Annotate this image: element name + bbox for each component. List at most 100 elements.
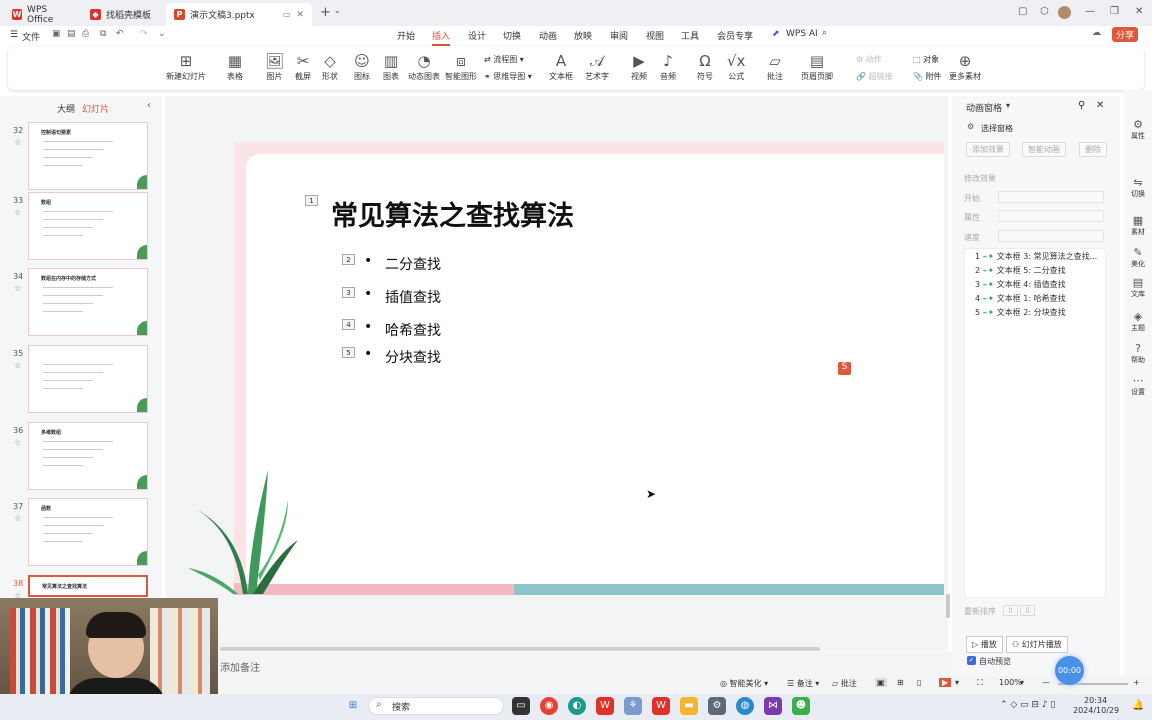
autopreview-checkbox[interactable]: ✓ [967, 656, 976, 665]
avatar[interactable] [1058, 6, 1071, 19]
slide-thumbnail[interactable]: 数组在内存中的存储方式 [28, 268, 148, 336]
menu-member[interactable]: 会员专享 [717, 29, 753, 42]
notes-area[interactable] [165, 652, 955, 676]
comment-status-button[interactable]: ▱ 批注 [832, 678, 857, 689]
more-material-button[interactable]: ⊕ 更多素材 [949, 51, 981, 82]
timer-badge[interactable]: 00:00 [1055, 656, 1084, 685]
bullet-text[interactable]: 插值查找 [385, 287, 441, 307]
side-tool-button[interactable]: ◈ 主题 [1124, 310, 1152, 333]
zoom-level[interactable]: 100% [999, 678, 1022, 687]
bullet-text[interactable]: 哈希查找 [385, 320, 441, 340]
side-tool-button[interactable]: ▦ 素材 [1124, 214, 1152, 237]
notes-placeholder[interactable]: 添加备注 [220, 659, 260, 674]
edge-icon[interactable]: ◐ [568, 697, 586, 715]
move-down-button[interactable]: ⇩ [1020, 605, 1035, 616]
star-icon[interactable]: ☆ [14, 361, 21, 370]
flowchart-button[interactable]: ⇄ 流程图 ▾ [484, 54, 524, 65]
visual-studio-icon[interactable]: ⋈ [764, 697, 782, 715]
settings-icon[interactable]: ⚙ [708, 697, 726, 715]
star-icon[interactable]: ☆ [14, 208, 21, 217]
menu-home[interactable]: 开始 [397, 29, 415, 42]
menu-insert[interactable]: 插入 [432, 29, 451, 46]
undo-icon[interactable]: ↶ [116, 29, 124, 39]
new-tab-icon[interactable]: + [320, 5, 331, 20]
menu-design[interactable]: 设计 [468, 29, 486, 42]
normal-view-icon[interactable]: ▣ [875, 678, 887, 687]
wordart-button[interactable]: 𝒜 艺术字 [585, 51, 609, 82]
shape-button[interactable]: ◇ 形状 [322, 51, 338, 82]
anim-marker[interactable]: 3 [342, 287, 355, 298]
header-footer-button[interactable]: ▤ 页眉页脚 [801, 51, 833, 82]
play-button[interactable]: ▷ 播放 [966, 636, 1003, 653]
side-tool-button[interactable]: ? 帮助 [1124, 342, 1152, 365]
animation-list-item[interactable]: 1 ⌁✦ 文本框 3: 常见算法之查找... [975, 251, 1097, 262]
attachment-button[interactable]: 📎 附件 [913, 71, 942, 82]
table-button[interactable]: ▦ 表格 [227, 51, 243, 82]
slide-thumbnail[interactable]: 多维数组 [28, 422, 148, 490]
textbox-button[interactable]: A 文本框 [549, 51, 573, 82]
save-icon[interactable]: ▣ [52, 29, 61, 39]
side-tool-button[interactable]: ▤ 文库 [1124, 276, 1152, 299]
smart-beautify-button[interactable]: ◎ 智能美化 ▾ [720, 678, 768, 689]
close-pane-icon[interactable]: ✕ [1096, 100, 1104, 111]
star-icon[interactable]: ☆ [14, 138, 21, 147]
menu-file[interactable]: 文件 [22, 30, 40, 43]
audio-button[interactable]: ♪ 音频 [660, 51, 676, 82]
smart-graphic-button[interactable]: ⧈ 智能图形 [445, 51, 477, 82]
tab-wps-office[interactable]: W WPS Office [4, 3, 80, 26]
cloud-icon[interactable]: ☁ [1092, 28, 1101, 38]
object-button[interactable]: ⬚ 对象 [913, 54, 939, 65]
anim-marker[interactable]: 5 [342, 347, 355, 358]
side-tool-button[interactable]: ⚙ 属性 [1124, 118, 1152, 141]
folder-icon[interactable]: ▤ [67, 29, 76, 39]
select-pane-button[interactable]: 选择窗格 [981, 123, 1013, 134]
symbol-button[interactable]: Ω 符号 [697, 51, 713, 82]
reading-view-icon[interactable]: ▯ [917, 678, 921, 687]
browser-icon[interactable]: ◍ [736, 697, 754, 715]
file-explorer-icon[interactable]: ▬ [680, 697, 698, 715]
minimize-icon[interactable]: — [1085, 6, 1095, 17]
pin-icon[interactable]: ⚲ [1078, 100, 1085, 111]
slideshow-play-button[interactable]: ⚇ 幻灯片播放 [1006, 636, 1068, 653]
chart-button[interactable]: ▥ 图表 [383, 51, 399, 82]
speed-select[interactable] [998, 230, 1104, 242]
anim-marker[interactable]: 1 [305, 195, 318, 206]
menu-view[interactable]: 视图 [646, 29, 664, 42]
anim-marker[interactable]: 4 [342, 319, 355, 330]
slide-thumbnail[interactable]: 函数 [28, 498, 148, 566]
chevron-down-icon[interactable]: ⌄ [334, 6, 341, 15]
horizontal-scrollbar[interactable] [220, 647, 820, 651]
side-tool-button[interactable]: ✎ 美化 [1124, 246, 1152, 269]
clock-date[interactable]: 2024/10/29 [1073, 706, 1119, 715]
zoom-in-icon[interactable]: + [1133, 678, 1140, 687]
close-window-icon[interactable]: ✕ [1135, 6, 1143, 17]
menu-wps-ai[interactable]: WPS AI [786, 29, 818, 39]
menu-slideshow[interactable]: 放映 [574, 29, 592, 42]
task-view-icon[interactable]: ▭ [512, 697, 530, 715]
animation-list-item[interactable]: 2 ⌁✦ 文本框 5: 二分查找 [975, 265, 1066, 276]
menu-transition[interactable]: 切换 [503, 29, 521, 42]
network-app-icon[interactable]: ⚘ [624, 697, 642, 715]
restore-icon[interactable]: ❐ [1110, 6, 1119, 17]
hamburger-icon[interactable]: ☰ [10, 30, 18, 40]
vertical-scrollbar[interactable] [946, 594, 950, 618]
bullet-text[interactable]: 二分查找 [385, 254, 441, 274]
side-tool-button[interactable]: ⋯ 设置 [1124, 374, 1152, 397]
side-tool-button[interactable]: ⇋ 切换 [1124, 176, 1152, 199]
start-select[interactable] [998, 191, 1104, 203]
chevron-down-icon[interactable]: ▾ [955, 678, 959, 687]
fit-icon[interactable]: ⛶ [977, 678, 983, 688]
collapse-icon[interactable]: ‹ [147, 100, 151, 111]
play-slideshow-icon[interactable]: ▶ [939, 678, 952, 687]
screenshot-button[interactable]: ✂ 截屏 [295, 51, 311, 82]
animation-list-item[interactable]: 5 ⌁✦ 文本框 2: 分块查找 [975, 307, 1066, 318]
skin-icon[interactable]: ⬡ [1040, 6, 1049, 17]
star-icon[interactable]: ☆ [14, 514, 21, 523]
preview-icon[interactable]: ⧉ [100, 29, 106, 39]
mindmap-button[interactable]: ⚭ 思维导图 ▾ [484, 71, 532, 82]
anim-marker[interactable]: 2 [342, 254, 355, 265]
redo-icon[interactable]: ↷ [140, 29, 148, 39]
slide-thumbnail[interactable]: 数组 [28, 192, 148, 260]
slide-thumbnail[interactable] [28, 345, 148, 413]
delete-button[interactable]: 删除 [1079, 142, 1107, 157]
